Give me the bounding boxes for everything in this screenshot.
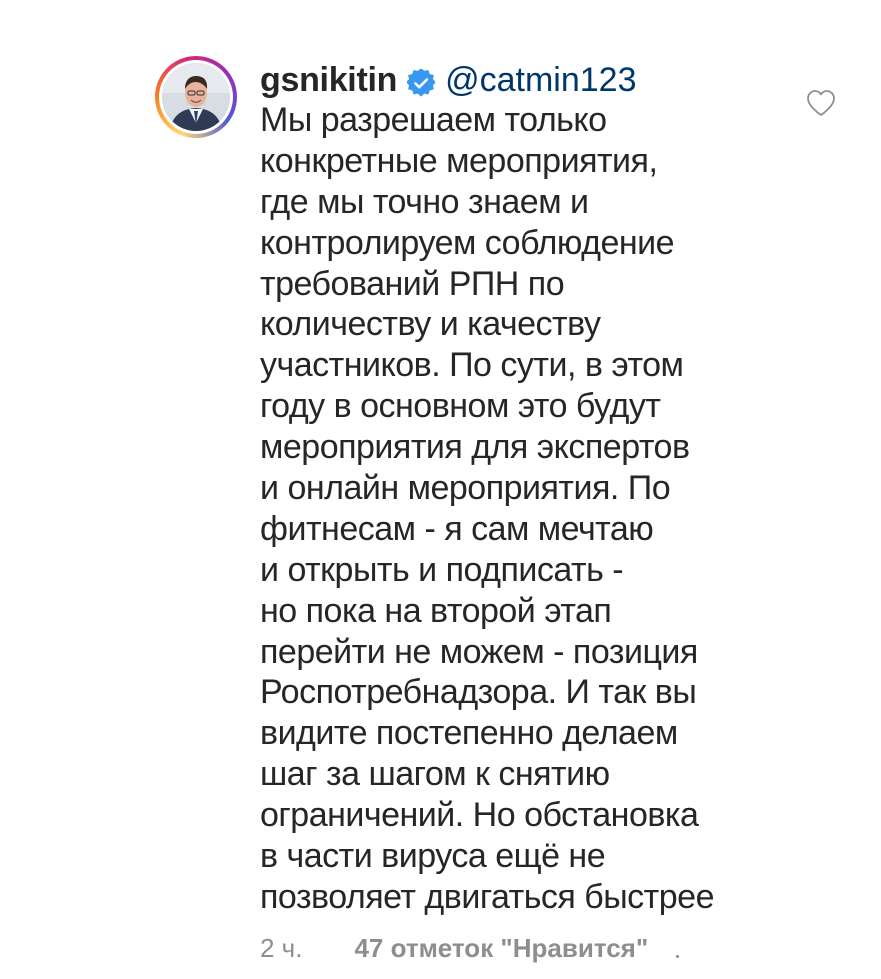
comment-text-line: ограничений. Но обстановка (260, 796, 699, 835)
comment-header: gsnikitin @catmin123 (260, 60, 800, 100)
comment-text-line: Мы разрешаем только (260, 101, 607, 139)
comment-text-line: контролируем соблюдение (260, 223, 675, 262)
avatar-photo (162, 63, 230, 131)
comment-text-line: шаг за шагом к снятию (260, 755, 610, 794)
comment-time: 2 ч. (260, 933, 303, 963)
comment-item: gsnikitin @catmin123 Мы разрешаем только… (0, 0, 881, 979)
comment-text-line: видите постепенно делаем (260, 714, 678, 753)
comment-body: gsnikitin @catmin123 Мы разрешаем только… (260, 60, 800, 918)
comment-text-line: и онлайн мероприятия. По (260, 469, 671, 508)
comment-text-line: конкретные мероприятия, (260, 141, 658, 180)
comment-text-line: мероприятия для экспертов (260, 428, 690, 467)
comment-text-line: фитнесам - я сам мечтаю (260, 509, 654, 548)
comment-text-line: в части вируса ещё не (260, 837, 606, 876)
comment-text-line: позволяет двигаться быстрее (260, 877, 714, 916)
heart-outline-icon[interactable] (806, 89, 836, 117)
comment-text-line: но пока на второй этап (260, 591, 612, 630)
comment-text-line: количеству и качеству (260, 305, 601, 344)
comment-text-line: Роспотребнадзора. И так вы (260, 673, 697, 712)
username-link[interactable]: gsnikitin (260, 60, 397, 100)
dot-separator (676, 954, 680, 958)
comment-text-line: перейти не можем - позиция (260, 632, 698, 671)
comment-text-line: участников. По сути, в этом (260, 346, 684, 385)
mention-link[interactable]: @catmin123 (445, 60, 636, 100)
avatar[interactable] (155, 56, 237, 138)
comment-text-line: где мы точно знаем и (260, 182, 589, 221)
verified-badge-icon (405, 66, 437, 97)
comment-text: Мы разрешаем только конкретные мероприят… (260, 100, 800, 918)
comment-text-line: требований РПН по (260, 264, 565, 303)
comment-text-line: году в основном это будут (260, 387, 661, 426)
comment-meta: 2 ч. 47 отметок "Нравится" (260, 930, 680, 966)
comment-text-line: и открыть и подписать - (260, 550, 624, 589)
likes-count-link[interactable]: 47 отметок "Нравится" (354, 930, 648, 966)
